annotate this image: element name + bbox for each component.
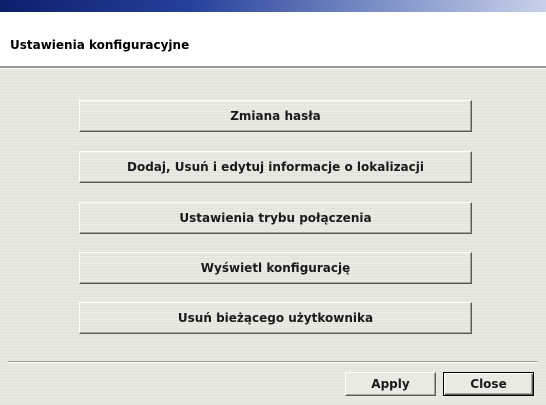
edit-location-info-button[interactable]: Dodaj, Usuń i edytuj informacje o lokali… xyxy=(79,151,472,183)
show-configuration-button[interactable]: Wyświetl konfigurację xyxy=(79,252,472,284)
remove-current-user-button[interactable]: Usuń bieżącego użytkownika xyxy=(79,302,472,334)
change-password-button[interactable]: Zmiana hasła xyxy=(79,100,472,132)
dialog-title: Ustawienia konfiguracyjne xyxy=(10,38,190,52)
apply-button[interactable]: Apply xyxy=(345,372,436,396)
connection-mode-settings-button[interactable]: Ustawienia trybu połączenia xyxy=(79,202,472,234)
footer-divider xyxy=(8,361,538,363)
dialog-header: Ustawienia konfiguracyjne xyxy=(0,12,546,66)
window-title-bar[interactable] xyxy=(0,0,546,12)
close-button[interactable]: Close xyxy=(443,372,534,396)
